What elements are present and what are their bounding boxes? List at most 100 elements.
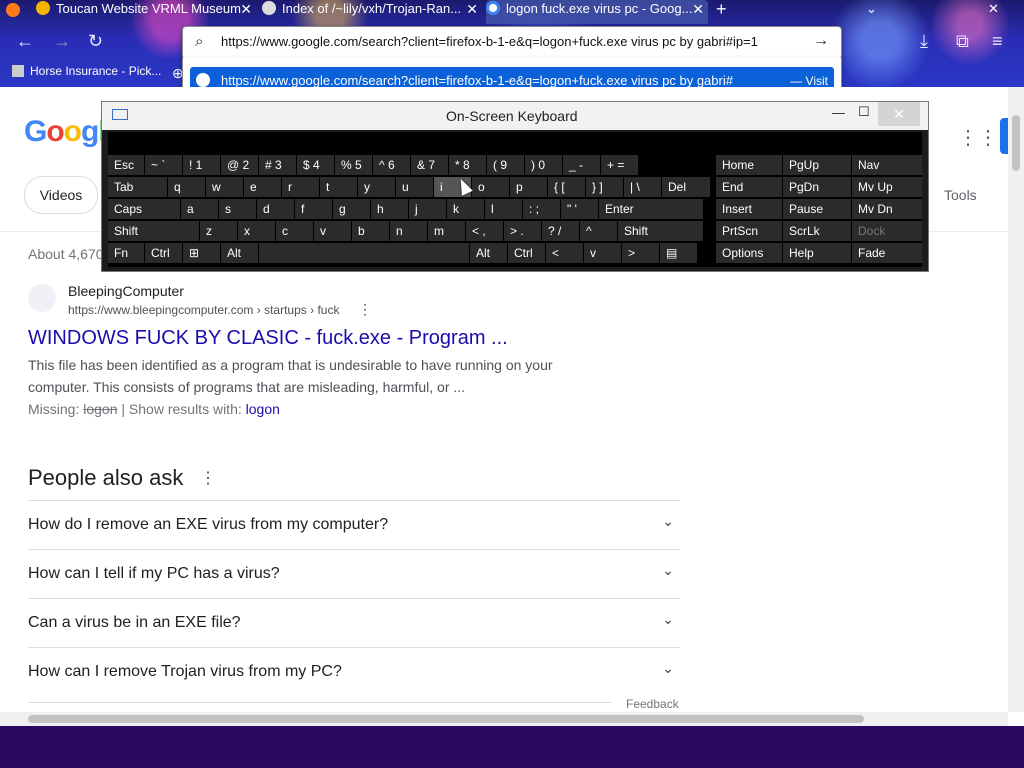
key-:-;[interactable]: : ;: [523, 199, 560, 219]
key-?-/[interactable]: ? /: [542, 221, 579, 241]
google-logo[interactable]: Googl: [24, 115, 107, 149]
key-~-`[interactable]: ~ `: [145, 155, 182, 175]
paa-question[interactable]: How do I remove an EXE virus from my com…: [28, 500, 680, 549]
key-fade[interactable]: Fade: [852, 243, 922, 263]
result-breadcrumb[interactable]: https://www.bleepingcomputer.com › start…: [68, 303, 339, 317]
paa-question[interactable]: Can a virus be in an EXE file? ⌄: [28, 598, 680, 647]
key-enter[interactable]: Enter: [599, 199, 703, 219]
key-home[interactable]: Home: [716, 155, 782, 175]
close-icon[interactable]: ✕: [466, 0, 478, 18]
key-a[interactable]: a: [181, 199, 218, 219]
feedback-link[interactable]: Feedback: [626, 697, 679, 711]
key-@-2[interactable]: @ 2: [221, 155, 258, 175]
back-icon[interactable]: ←: [16, 31, 34, 52]
close-icon[interactable]: ✕: [878, 102, 920, 126]
key-s[interactable]: s: [219, 199, 256, 219]
key-insert[interactable]: Insert: [716, 199, 782, 219]
key-m[interactable]: m: [428, 221, 465, 241]
key-z[interactable]: z: [200, 221, 237, 241]
key-esc[interactable]: Esc: [108, 155, 144, 175]
apps-grid-icon[interactable]: ⋮⋮: [958, 125, 998, 150]
key-t[interactable]: t: [320, 177, 357, 197]
key-pgdn[interactable]: PgDn: [783, 177, 851, 197]
key-*-8[interactable]: * 8: [449, 155, 486, 175]
key->-.[interactable]: > .: [504, 221, 541, 241]
filter-chip-videos[interactable]: Videos: [24, 176, 98, 214]
go-arrow-icon[interactable]: →: [813, 32, 829, 50]
key-}-][interactable]: } ]: [586, 177, 623, 197]
key-j[interactable]: j: [409, 199, 446, 219]
menu-icon[interactable]: ≡: [992, 31, 1003, 52]
vertical-scrollbar[interactable]: [1008, 87, 1024, 712]
key-o[interactable]: o: [472, 177, 509, 197]
key-<-,[interactable]: < ,: [466, 221, 503, 241]
key-mv-dn[interactable]: Mv Dn: [852, 199, 922, 219]
url-input[interactable]: https://www.google.com/search?client=fir…: [221, 34, 758, 49]
key-&-7[interactable]: & 7: [411, 155, 448, 175]
key-ctrl[interactable]: Ctrl: [508, 243, 545, 263]
key-q[interactable]: q: [168, 177, 205, 197]
key-alt[interactable]: Alt: [470, 243, 507, 263]
show-results-link[interactable]: logon: [246, 401, 280, 417]
key-(-9[interactable]: ( 9: [487, 155, 524, 175]
key-nav[interactable]: Nav: [852, 155, 922, 175]
key-y[interactable]: y: [358, 177, 395, 197]
key-^[interactable]: ^: [580, 221, 617, 241]
tab-index[interactable]: Index of /~lily/vxh/Trojan-Ran... ✕: [262, 0, 482, 24]
more-options-icon[interactable]: ⋮: [358, 301, 372, 318]
key-u[interactable]: u: [396, 177, 433, 197]
key-dock[interactable]: Dock: [852, 221, 922, 241]
key-"-'[interactable]: " ': [561, 199, 598, 219]
key-f[interactable]: f: [295, 199, 332, 219]
reload-icon[interactable]: ↻: [88, 31, 103, 52]
maximize-icon[interactable]: ☐: [858, 104, 870, 120]
key-b[interactable]: b: [352, 221, 389, 241]
key-pgup[interactable]: PgUp: [783, 155, 851, 175]
key-n[interactable]: n: [390, 221, 427, 241]
key->[interactable]: >: [622, 243, 659, 263]
key-h[interactable]: h: [371, 199, 408, 219]
key-⊞[interactable]: ⊞: [183, 243, 220, 263]
paa-question[interactable]: How can I tell if my PC has a virus? ⌄: [28, 549, 680, 598]
tab-toucan[interactable]: Toucan Website VRML Museum ✕: [36, 0, 256, 24]
key-end[interactable]: End: [716, 177, 782, 197]
tab-list-icon[interactable]: ⌄: [866, 0, 882, 24]
key-d[interactable]: d: [257, 199, 294, 219]
key-ctrl[interactable]: Ctrl: [145, 243, 182, 263]
key-v[interactable]: v: [584, 243, 621, 263]
key-scrlk[interactable]: ScrLk: [783, 221, 851, 241]
sign-in-button[interactable]: [1000, 118, 1008, 154]
key-space[interactable]: [259, 243, 469, 263]
close-icon[interactable]: ✕: [240, 0, 252, 18]
key-v[interactable]: v: [314, 221, 351, 241]
window-close-icon[interactable]: ✕: [988, 0, 1004, 24]
minimize-icon[interactable]: —: [832, 105, 845, 120]
key-shift[interactable]: Shift: [108, 221, 199, 241]
key-$-4[interactable]: $ 4: [297, 155, 334, 175]
paa-more-icon[interactable]: ⋮: [200, 468, 216, 488]
key-_--[interactable]: _ -: [563, 155, 600, 175]
key-alt[interactable]: Alt: [221, 243, 258, 263]
key-shift[interactable]: Shift: [618, 221, 703, 241]
key-|-\[interactable]: | \: [624, 177, 661, 197]
key-▤[interactable]: ▤: [660, 243, 697, 263]
result-site-name[interactable]: BleepingComputer: [68, 283, 184, 299]
key-#-3[interactable]: # 3: [259, 155, 296, 175]
url-bar[interactable]: ⌕ https://www.google.com/search?client=f…: [182, 26, 842, 60]
key-{-[[interactable]: { [: [548, 177, 585, 197]
key-options[interactable]: Options: [716, 243, 782, 263]
scrollbar-thumb[interactable]: [1012, 115, 1020, 171]
extensions-icon[interactable]: ⧉: [956, 31, 969, 52]
key-pause[interactable]: Pause: [783, 199, 851, 219]
key-!-1[interactable]: ! 1: [183, 155, 220, 175]
result-title-link[interactable]: WINDOWS FUCK BY CLASIC - fuck.exe - Prog…: [28, 327, 508, 350]
firefox-icon[interactable]: [6, 3, 20, 17]
key-^-6[interactable]: ^ 6: [373, 155, 410, 175]
horizontal-scrollbar[interactable]: [0, 712, 1008, 726]
osk-title-bar[interactable]: On-Screen Keyboard — ☐ ✕: [102, 102, 928, 130]
key-r[interactable]: r: [282, 177, 319, 197]
paa-question[interactable]: How can I remove Trojan virus from my PC…: [28, 647, 680, 696]
tools-button[interactable]: Tools: [944, 187, 977, 203]
key-<[interactable]: <: [546, 243, 583, 263]
key-k[interactable]: k: [447, 199, 484, 219]
